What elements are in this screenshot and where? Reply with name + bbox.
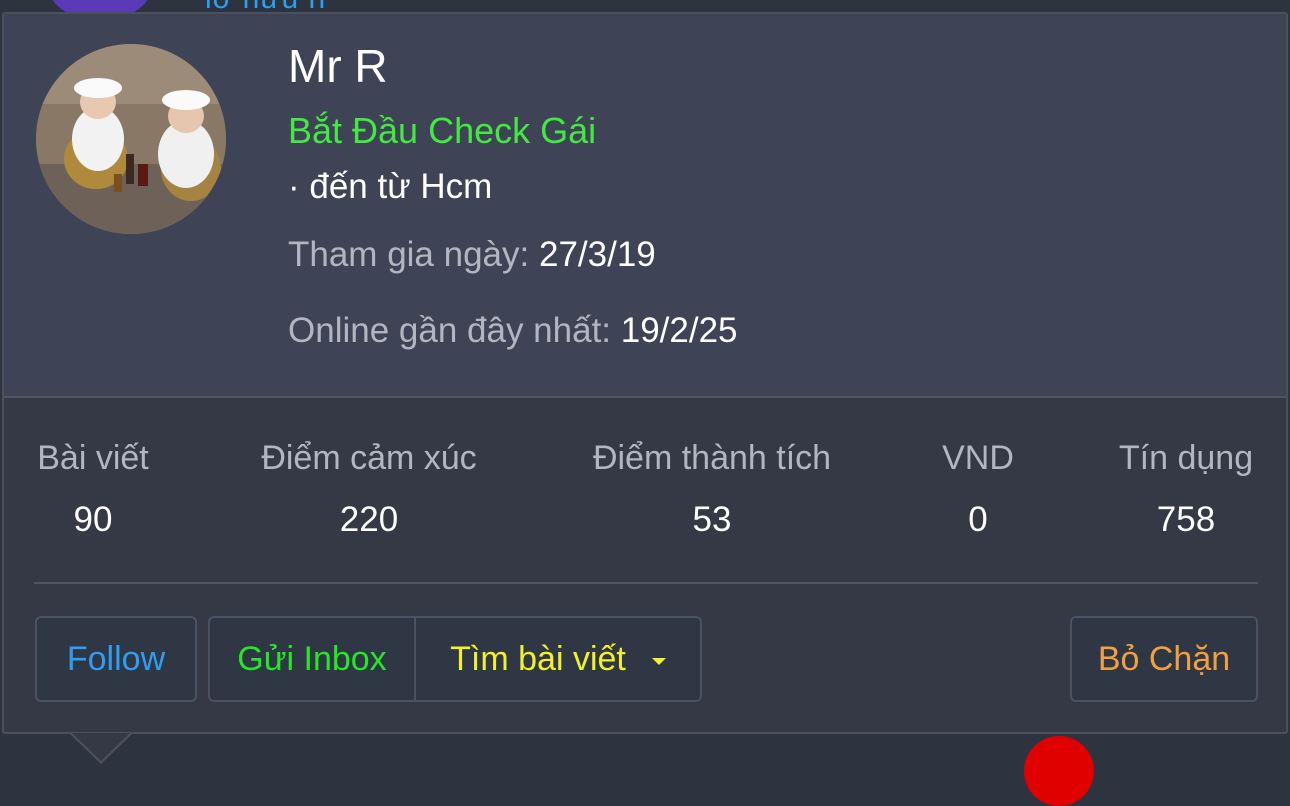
stat-label: VND bbox=[942, 439, 1014, 477]
member-location: · đến từ Hcm bbox=[288, 167, 493, 206]
member-tooltip-header: Mr R Bắt Đầu Check Gái · đến từ Hcm Tham… bbox=[4, 14, 1286, 398]
stat-trophy-points[interactable]: Điểm thành tích 53 bbox=[586, 436, 838, 542]
stat-value: 0 bbox=[968, 500, 988, 539]
member-tooltip-card: Mr R Bắt Đầu Check Gái · đến từ Hcm Tham… bbox=[2, 12, 1288, 734]
find-posts-button[interactable]: Tìm bài viết bbox=[416, 618, 700, 700]
tooltip-arrow-fill bbox=[72, 733, 130, 761]
joined-value: 27/3/19 bbox=[538, 235, 656, 274]
stat-label: Tín dụng bbox=[1118, 439, 1254, 477]
last-seen-label: Online gần đây nhất: bbox=[288, 311, 612, 350]
notification-dot bbox=[1024, 736, 1094, 806]
stat-label: Điểm thành tích bbox=[592, 439, 832, 477]
stat-value: 53 bbox=[692, 500, 732, 539]
stats-divider bbox=[34, 582, 1258, 584]
avatar[interactable] bbox=[36, 44, 226, 234]
follow-button[interactable]: Follow bbox=[35, 616, 197, 702]
last-seen-value: 19/2/25 bbox=[620, 311, 738, 350]
stat-label: Điểm cảm xúc bbox=[261, 439, 477, 477]
stat-label: Bài viết bbox=[37, 439, 149, 477]
joined-label: Tham gia ngày: bbox=[288, 235, 530, 274]
stat-reaction-score[interactable]: Điểm cảm xúc 220 bbox=[254, 436, 484, 542]
send-inbox-button[interactable]: Gửi Inbox bbox=[210, 618, 416, 700]
avatar-photo bbox=[36, 44, 226, 234]
member-title: Bắt Đầu Check Gái bbox=[288, 110, 597, 151]
stat-value: 220 bbox=[339, 500, 399, 539]
last-seen: Online gần đây nhất: 19/2/25 bbox=[288, 308, 738, 354]
unblock-button[interactable]: Bỏ Chặn bbox=[1070, 616, 1258, 702]
joined-date: Tham gia ngày: 27/3/19 bbox=[288, 232, 656, 278]
find-posts-label: Tìm bài viết bbox=[450, 639, 626, 678]
member-name[interactable]: Mr R bbox=[288, 38, 388, 94]
caret-down-icon bbox=[651, 657, 666, 665]
stat-value: 90 bbox=[73, 500, 113, 539]
stat-credit[interactable]: Tín dụng 758 bbox=[1114, 436, 1258, 542]
stat-posts[interactable]: Bài viết 90 bbox=[34, 436, 152, 542]
message-button-group: Gửi Inbox Tìm bài viết bbox=[208, 616, 702, 702]
member-stats: Bài viết 90 Điểm cảm xúc 220 Điểm thành … bbox=[4, 398, 1286, 578]
stat-vnd[interactable]: VND 0 bbox=[938, 436, 1018, 542]
stat-value: 758 bbox=[1156, 500, 1216, 539]
